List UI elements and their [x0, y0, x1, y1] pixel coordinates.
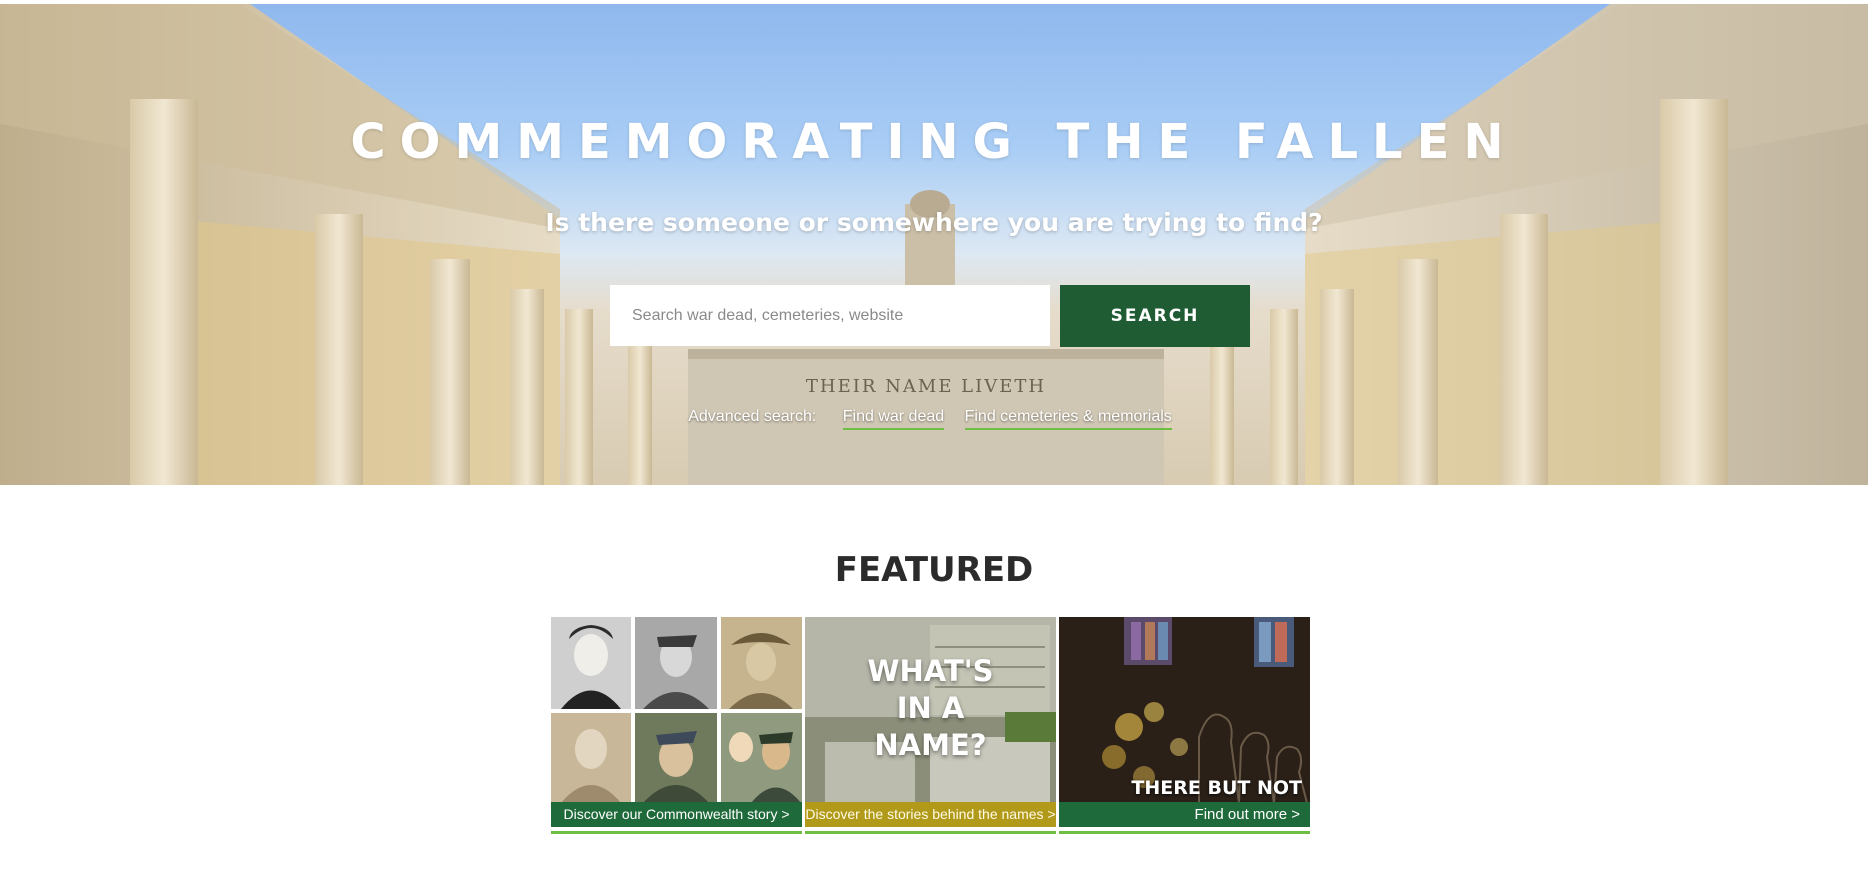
hero-banner: THEIR NAME LIVETH COMMEMORATING THE FALL…	[0, 4, 1868, 485]
card-caption: Discover our Commonwealth story >	[551, 802, 802, 827]
card-underline	[551, 831, 802, 834]
card-underline	[805, 831, 1056, 834]
featured-card-whats-in-a-name[interactable]: WHAT'S IN A NAME? Discover the stories b…	[805, 617, 1056, 835]
card-heading: WHAT'S IN A NAME?	[867, 654, 994, 762]
search-form: SEARCH	[610, 285, 1250, 347]
featured-card-commonwealth-story[interactable]: Discover our Commonwealth story >	[551, 617, 802, 835]
card-underline	[1059, 831, 1310, 834]
find-cemeteries-link[interactable]: Find cemeteries & memorials	[964, 408, 1172, 430]
featured-heading: FEATURED	[834, 550, 1034, 590]
portrait-grid	[551, 617, 802, 803]
church-silhouettes-image: THERE BUT NOT THERE	[1059, 617, 1310, 803]
advanced-search-label: Advanced search:	[688, 408, 817, 425]
search-input[interactable]	[610, 285, 1050, 346]
church-scene	[1059, 617, 1310, 803]
advanced-search: Advanced search: Find war dead Find ceme…	[0, 408, 1868, 430]
portrait-collage-image	[551, 617, 802, 803]
card-caption: Discover the stories behind the names >	[805, 802, 1056, 827]
hero-title: COMMEMORATING THE FALLEN	[350, 114, 1518, 170]
memorial-names-wall-image: WHAT'S IN A NAME?	[805, 617, 1056, 803]
search-button[interactable]: SEARCH	[1060, 285, 1250, 347]
card-caption: Find out more >	[1059, 802, 1310, 827]
stone-inscription: THEIR NAME LIVETH	[806, 376, 1046, 397]
hero-subtitle: Is there someone or somewhere you are tr…	[545, 208, 1323, 237]
card-heading: THERE BUT NOT THERE	[1131, 777, 1302, 803]
find-war-dead-link[interactable]: Find war dead	[842, 408, 945, 430]
featured-card-there-but-not-there[interactable]: THERE BUT NOT THERE Find out more >	[1059, 617, 1310, 835]
